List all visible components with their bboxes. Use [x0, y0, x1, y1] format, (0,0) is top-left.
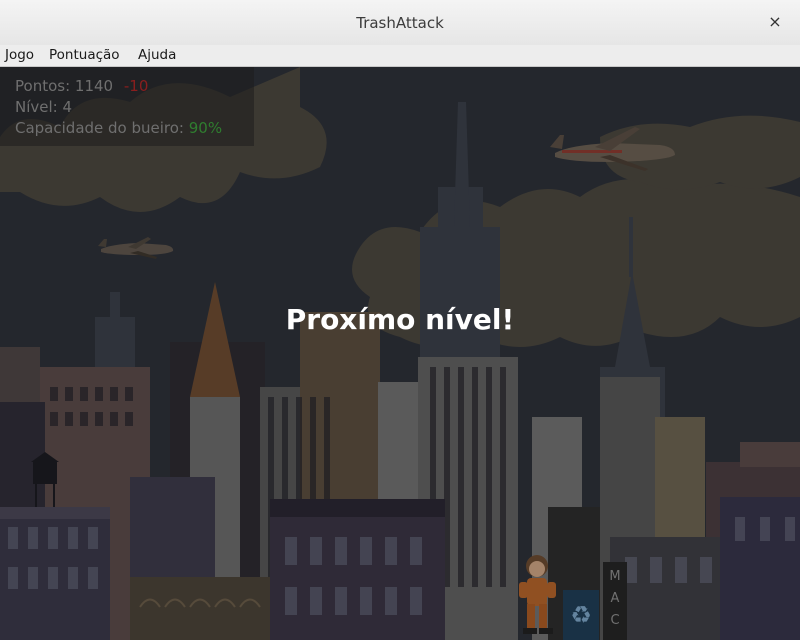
menu-jogo[interactable]: Jogo	[5, 47, 34, 63]
capacity-row: Capacidade do bueiro: 90%	[15, 119, 222, 137]
points-label: Pontos:	[15, 77, 71, 95]
points-value: 1140	[74, 77, 114, 95]
points-delta: -10	[123, 77, 149, 95]
level-row: Nível: 4	[15, 98, 72, 116]
points-row: Pontos: 1140 -10	[15, 77, 148, 95]
capacity-value: 90%	[188, 119, 223, 137]
close-icon[interactable]: ×	[764, 11, 786, 33]
window-title: TrashAttack	[356, 14, 444, 32]
pause-dim	[0, 67, 800, 640]
menu-pontuacao[interactable]: Pontuação	[49, 47, 120, 63]
capacity-label: Capacidade do bueiro:	[15, 119, 184, 137]
level-label: Nível:	[15, 98, 58, 116]
hud-panel: Pontos: 1140 -10 Nível: 4 Capacidade do …	[0, 67, 254, 146]
window-titlebar: TrashAttack ×	[0, 0, 800, 46]
next-level-message: Proxímo nível!	[285, 303, 515, 336]
game-canvas[interactable]: M A C ♻ Pontos: 1140 -10 Nível: 4 Capaci…	[0, 67, 800, 640]
level-value: 4	[62, 98, 73, 116]
city-scene: M A C ♻	[0, 67, 800, 640]
menu-bar: Jogo Pontuação Ajuda	[0, 45, 800, 67]
menu-ajuda[interactable]: Ajuda	[138, 47, 176, 63]
